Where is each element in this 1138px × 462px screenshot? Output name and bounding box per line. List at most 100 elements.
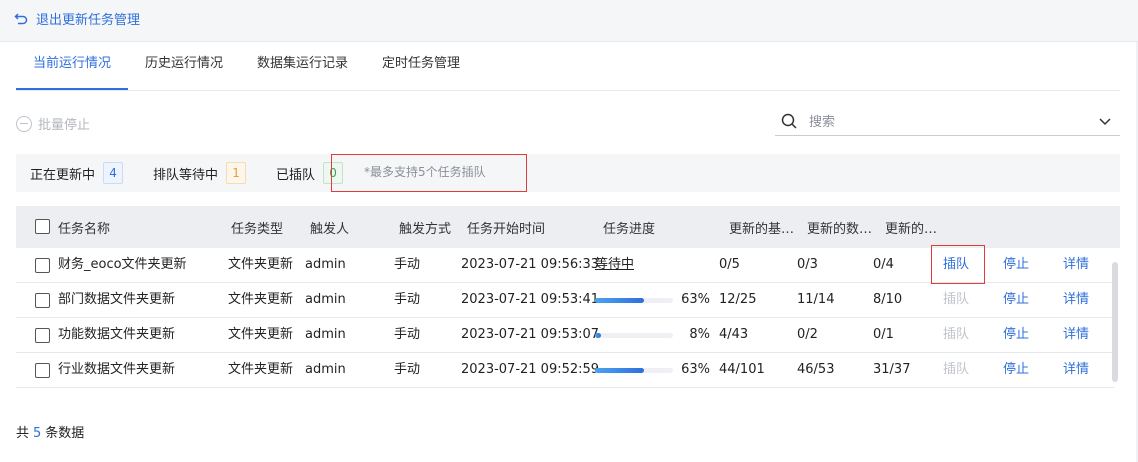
table-row[interactable]: 部门数据文件夹更新 文件夹更新 admin 手动 2023-07-21 09:5… [16, 283, 1114, 318]
updated-other: 8/10 [873, 292, 903, 307]
top-bar: 退出更新任务管理 [0, 0, 1138, 42]
trigger-mode: 手动 [394, 327, 421, 342]
trigger-mode: 手动 [394, 362, 421, 377]
start-time: 2023-07-21 09:53:41 [461, 292, 600, 307]
batch-stop-button[interactable]: 批量停止 [16, 114, 90, 133]
progress-status[interactable]: 等待中 [595, 248, 634, 282]
updated-data: 0/3 [797, 257, 818, 272]
updated-other: 0/4 [873, 257, 894, 272]
progress-fill [595, 333, 602, 338]
task-type: 文件夹更新 [228, 362, 294, 377]
total-count: 共 5 条数据 [16, 422, 84, 441]
row-checkbox[interactable] [35, 293, 50, 308]
total-number: 5 [33, 426, 42, 441]
waiting-count-badge: 1 [226, 162, 247, 184]
start-time: 2023-07-21 09:56:33 [461, 257, 600, 272]
updated-base: 44/101 [719, 362, 765, 377]
details-button[interactable]: 详情 [1063, 318, 1089, 352]
start-time: 2023-07-21 09:53:07 [461, 327, 600, 342]
tab-dataset-records[interactable]: 数据集运行记录 [240, 42, 365, 90]
progress-percent: 63% [681, 292, 710, 307]
progress-fill [595, 368, 645, 373]
queue-button: 插队 [943, 292, 970, 307]
col-start-time: 任务开始时间 [467, 222, 546, 237]
task-name: 功能数据文件夹更新 [58, 327, 176, 342]
search-icon [781, 113, 797, 129]
details-button[interactable]: 详情 [1063, 248, 1089, 282]
col-progress: 任务进度 [603, 222, 656, 237]
waiting-label: 排队等待中 [153, 167, 219, 183]
tab-history-running[interactable]: 历史运行情况 [128, 42, 240, 90]
updated-base: 4/43 [719, 327, 749, 342]
table-scrollbar[interactable] [1112, 262, 1118, 382]
task-type: 文件夹更新 [228, 257, 294, 272]
col-trigger-user: 触发人 [310, 222, 350, 237]
col-updated-other: 更新的… [885, 222, 938, 237]
queue-button: 插队 [943, 327, 970, 342]
trigger-user: admin [305, 327, 346, 342]
task-table: 任务名称 任务类型 触发人 触发方式 任务开始时间 任务进度 更新的基… 更新的… [16, 206, 1120, 402]
progress-bar [595, 368, 673, 373]
search-placeholder: 搜索 [809, 115, 836, 130]
trigger-user: admin [305, 362, 346, 377]
chevron-down-icon[interactable] [1098, 114, 1112, 128]
select-all-checkbox[interactable] [35, 219, 50, 238]
row-checkbox[interactable] [35, 363, 50, 378]
progress-percent: 63% [681, 362, 710, 377]
progress-bar [595, 333, 673, 338]
updated-data: 11/14 [797, 292, 835, 307]
trigger-mode: 手动 [394, 257, 421, 272]
updated-data: 46/53 [797, 362, 835, 377]
table-row[interactable]: 行业数据文件夹更新 文件夹更新 admin 手动 2023-07-21 09:5… [16, 353, 1114, 388]
queue-button: 插队 [943, 362, 970, 377]
table-row[interactable]: 功能数据文件夹更新 文件夹更新 admin 手动 2023-07-21 09:5… [16, 318, 1114, 353]
trigger-user: admin [305, 257, 346, 272]
col-trigger-mode: 触发方式 [399, 222, 452, 237]
row-checkbox[interactable] [35, 258, 50, 273]
trigger-user: admin [305, 292, 346, 307]
updated-other: 31/37 [873, 362, 911, 377]
task-name: 财务_eoco文件夹更新 [58, 257, 187, 272]
col-updated-data: 更新的数… [807, 222, 873, 237]
trigger-mode: 手动 [394, 292, 421, 307]
stop-button[interactable]: 停止 [1003, 248, 1029, 282]
queued-label: 已插队 [276, 167, 316, 183]
table-header: 任务名称 任务类型 触发人 触发方式 任务开始时间 任务进度 更新的基… 更新的… [16, 206, 1120, 248]
progress-bar [595, 298, 673, 303]
task-type: 文件夹更新 [228, 327, 294, 342]
stop-button[interactable]: 停止 [1003, 283, 1029, 317]
status-summary: 正在更新中 4 排队等待中 1 已插队 0 [16, 154, 1120, 192]
exit-task-management-button[interactable]: 退出更新任务管理 [14, 9, 140, 28]
exit-label: 退出更新任务管理 [36, 13, 141, 28]
tab-scheduled-tasks[interactable]: 定时任务管理 [365, 42, 477, 90]
updated-base: 0/5 [719, 257, 740, 272]
search-input[interactable]: 搜索 [775, 106, 1120, 136]
batch-stop-label: 批量停止 [38, 118, 91, 133]
updating-count-badge: 4 [103, 162, 124, 184]
start-time: 2023-07-21 09:52:59 [461, 362, 600, 377]
minus-circle-icon [16, 115, 32, 132]
col-task-type: 任务类型 [231, 222, 284, 237]
col-updated-base: 更新的基… [729, 222, 795, 237]
updated-base: 12/25 [719, 292, 757, 307]
undo-arrow-icon [14, 12, 28, 24]
updating-label: 正在更新中 [30, 167, 96, 183]
stop-button[interactable]: 停止 [1003, 318, 1029, 352]
queue-limit-tip: *最多支持5个任务插队 [331, 154, 527, 192]
task-type: 文件夹更新 [228, 292, 294, 307]
progress-percent: 8% [689, 327, 710, 342]
task-name: 部门数据文件夹更新 [58, 292, 176, 307]
col-task-name: 任务名称 [58, 222, 111, 237]
total-suffix: 条数据 [45, 426, 85, 441]
progress-fill [595, 298, 645, 303]
tab-current-running[interactable]: 当前运行情况 [16, 42, 129, 90]
stop-button[interactable]: 停止 [1003, 353, 1029, 387]
updated-other: 0/1 [873, 327, 894, 342]
queue-action-highlight [931, 245, 985, 284]
tab-divider [16, 90, 1120, 91]
updated-data: 0/2 [797, 327, 818, 342]
row-checkbox[interactable] [35, 328, 50, 343]
details-button[interactable]: 详情 [1063, 353, 1089, 387]
details-button[interactable]: 详情 [1063, 283, 1089, 317]
tab-bar: 当前运行情况 历史运行情况 数据集运行记录 定时任务管理 [16, 42, 477, 90]
